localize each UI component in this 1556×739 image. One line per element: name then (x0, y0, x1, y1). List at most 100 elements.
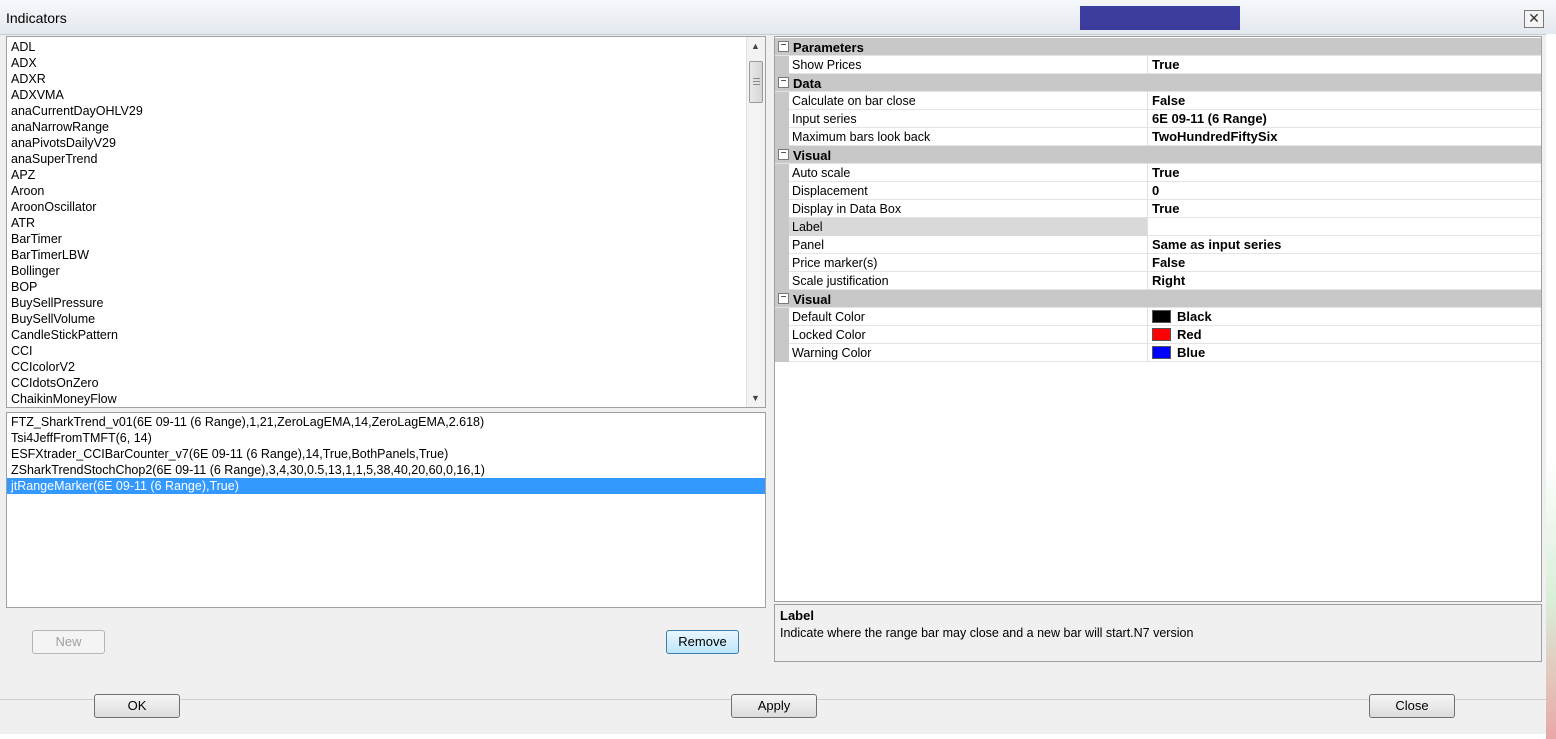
property-value-cell[interactable]: Right (1147, 272, 1541, 290)
available-indicator-item[interactable]: ADXR (7, 71, 765, 87)
property-value-cell[interactable]: Black (1147, 308, 1541, 326)
property-value-cell[interactable]: Blue (1147, 344, 1541, 362)
remove-button[interactable]: Remove (666, 630, 739, 654)
collapse-icon[interactable]: − (778, 41, 789, 52)
property-value-cell[interactable]: Same as input series (1147, 236, 1541, 254)
property-value-cell[interactable]: False (1147, 92, 1541, 110)
property-row[interactable]: Scale justification Right (775, 272, 1541, 290)
applied-indicator-item[interactable]: jtRangeMarker(6E 09-11 (6 Range),True) (7, 478, 765, 494)
property-row[interactable]: Auto scale True (775, 164, 1541, 182)
applied-indicator-item[interactable]: Tsi4JeffFromTMFT(6, 14) (7, 430, 765, 446)
available-indicator-item[interactable]: ADL (7, 39, 765, 55)
scroll-down-icon[interactable]: ▼ (751, 393, 760, 403)
property-name: Label (792, 220, 823, 234)
property-name: Auto scale (792, 166, 851, 180)
available-indicator-item[interactable]: ATR (7, 215, 765, 231)
available-indicator-item[interactable]: BuySellVolume (7, 311, 765, 327)
available-indicator-item[interactable]: Bollinger (7, 263, 765, 279)
applied-indicator-item[interactable]: ZSharkTrendStochChop2(6E 09-11 (6 Range)… (7, 462, 765, 478)
collapse-icon[interactable]: − (778, 149, 789, 160)
close-button[interactable]: Close (1369, 694, 1455, 718)
available-indicator-item[interactable]: CandleStickPattern (7, 327, 765, 343)
color-swatch[interactable] (1152, 310, 1171, 323)
property-category[interactable]: − Data (775, 74, 1541, 92)
category-name: Visual (793, 292, 832, 307)
property-row[interactable]: Label (775, 218, 1541, 236)
scroll-up-icon[interactable]: ▲ (751, 41, 760, 51)
close-window-button[interactable]: ✕ (1524, 10, 1544, 28)
property-row[interactable]: Default Color Black (775, 308, 1541, 326)
property-name: Scale justification (792, 274, 889, 288)
property-value-cell[interactable] (1147, 218, 1541, 236)
row-gutter (775, 164, 789, 182)
property-value: False (1152, 93, 1186, 108)
property-value-cell[interactable]: True (1147, 164, 1541, 182)
apply-button[interactable]: Apply (731, 694, 817, 718)
available-indicator-item[interactable]: BarTimer (7, 231, 765, 247)
property-name: Warning Color (792, 346, 872, 360)
row-gutter (775, 110, 789, 128)
available-indicator-item[interactable]: BuySellPressure (7, 295, 765, 311)
available-list-scrollbar[interactable]: ▲ ▼ (746, 37, 765, 407)
property-row[interactable]: Maximum bars look back TwoHundredFiftySix (775, 128, 1541, 146)
property-value-cell[interactable]: True (1147, 56, 1541, 74)
available-indicator-item[interactable]: APZ (7, 167, 765, 183)
property-category[interactable]: − Visual (775, 290, 1541, 308)
applied-indicators-list[interactable]: FTZ_SharkTrend_v01(6E 09-11 (6 Range),1,… (6, 412, 766, 608)
available-indicator-item[interactable]: anaPivotsDailyV29 (7, 135, 765, 151)
available-indicator-item[interactable]: anaSuperTrend (7, 151, 765, 167)
applied-indicator-item[interactable]: FTZ_SharkTrend_v01(6E 09-11 (6 Range),1,… (7, 414, 765, 430)
background-toolbar-fragment (1080, 6, 1240, 30)
property-value-cell[interactable]: TwoHundredFiftySix (1147, 128, 1541, 146)
available-indicator-item[interactable]: AroonOscillator (7, 199, 765, 215)
property-row[interactable]: Price marker(s) False (775, 254, 1541, 272)
property-row[interactable]: Input series 6E 09-11 (6 Range) (775, 110, 1541, 128)
scrollbar-thumb[interactable] (749, 61, 763, 103)
new-button[interactable]: New (32, 630, 105, 654)
property-value-cell[interactable]: 6E 09-11 (6 Range) (1147, 110, 1541, 128)
available-indicator-item[interactable]: ChaikinMoneyFlow (7, 391, 765, 407)
row-gutter (775, 344, 789, 362)
available-indicator-item[interactable]: Aroon (7, 183, 765, 199)
property-category[interactable]: − Parameters (775, 38, 1541, 56)
available-indicator-item[interactable]: ADX (7, 55, 765, 71)
property-value-cell[interactable]: True (1147, 200, 1541, 218)
color-swatch[interactable] (1152, 346, 1171, 359)
property-name: Input series (792, 112, 857, 126)
property-grid[interactable]: − Parameters Show Prices True − Data Calculate… (774, 36, 1542, 602)
available-indicator-item[interactable]: anaNarrowRange (7, 119, 765, 135)
available-indicator-item[interactable]: ADXVMA (7, 87, 765, 103)
property-name: Panel (792, 238, 824, 252)
property-value: Blue (1177, 345, 1206, 360)
property-description: Label Indicate where the range bar may c… (774, 604, 1542, 662)
property-name: Maximum bars look back (792, 130, 931, 144)
available-indicator-item[interactable]: CCIdotsOnZero (7, 375, 765, 391)
available-indicator-item[interactable]: BOP (7, 279, 765, 295)
collapse-icon[interactable]: − (778, 293, 789, 304)
color-swatch[interactable] (1152, 328, 1171, 341)
collapse-icon[interactable]: − (778, 77, 789, 88)
property-row[interactable]: Show Prices True (775, 56, 1541, 74)
available-indicator-item[interactable]: CCI (7, 343, 765, 359)
property-row[interactable]: Displacement 0 (775, 182, 1541, 200)
available-indicator-item[interactable]: CCIcolorV2 (7, 359, 765, 375)
property-row[interactable]: Panel Same as input series (775, 236, 1541, 254)
available-indicators-list[interactable]: ADL ADX ADXR ADXVMA anaCurrentDayOHLV29 anaNa… (6, 36, 766, 408)
property-row[interactable]: Display in Data Box True (775, 200, 1541, 218)
property-value: True (1152, 201, 1180, 216)
property-category[interactable]: − Visual (775, 146, 1541, 164)
available-indicator-item[interactable]: anaCurrentDayOHLV29 (7, 103, 765, 119)
property-value: Right (1152, 273, 1186, 288)
available-indicator-item[interactable]: BarTimerLBW (7, 247, 765, 263)
property-row[interactable]: Warning Color Blue (775, 344, 1541, 362)
ok-button[interactable]: OK (94, 694, 180, 718)
applied-indicator-item[interactable]: ESFXtrader_CCIBarCounter_v7(6E 09-11 (6 … (7, 446, 765, 462)
property-value-cell[interactable]: Red (1147, 326, 1541, 344)
dialog-titlebar[interactable]: Indicators ✕ (0, 0, 1556, 36)
row-gutter (775, 182, 789, 200)
property-value-cell[interactable]: False (1147, 254, 1541, 272)
property-row[interactable]: Locked Color Red (775, 326, 1541, 344)
property-row[interactable]: Calculate on bar close False (775, 92, 1541, 110)
property-value: Same as input series (1152, 237, 1282, 252)
property-value-cell[interactable]: 0 (1147, 182, 1541, 200)
